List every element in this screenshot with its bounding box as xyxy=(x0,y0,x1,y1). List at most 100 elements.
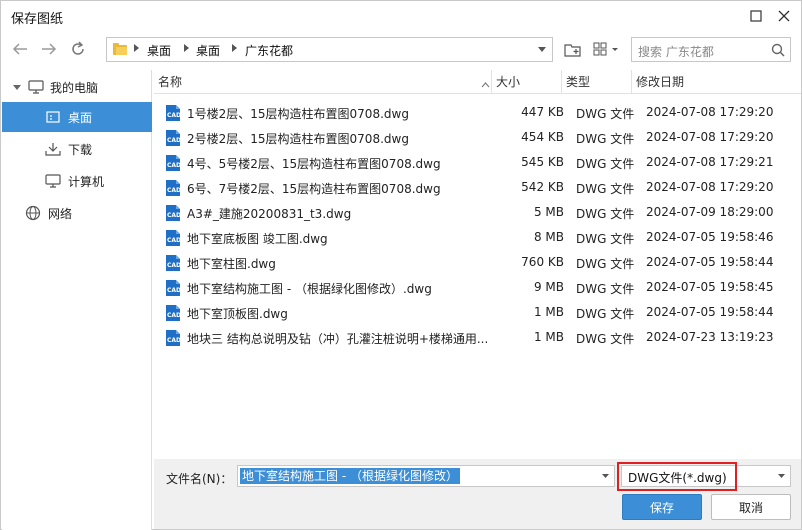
back-button[interactable] xyxy=(9,38,31,60)
maximize-button[interactable] xyxy=(745,5,767,27)
file-name: 地下室底板图 竣工图.dwg xyxy=(187,232,328,246)
sidebar-item-label: 桌面 xyxy=(68,110,93,125)
file-name: 4号、5号楼2层、15层构造柱布置图0708.dwg xyxy=(187,157,441,171)
file-name: 地下室顶板图.dwg xyxy=(187,307,288,321)
file-date: 2024-07-08 17:29:20 xyxy=(646,105,774,119)
sidebar-item-my-computer[interactable]: 我的电脑 xyxy=(2,72,152,102)
file-name: 2号楼2层、15层构造柱布置图0708.dwg xyxy=(187,132,409,146)
file-type: DWG 文件 xyxy=(576,232,635,246)
filename-dropdown-button[interactable] xyxy=(598,468,612,484)
file-type: DWG 文件 xyxy=(576,207,635,221)
cad-file-icon: CAD xyxy=(165,104,181,122)
dialog-title: 保存图纸 xyxy=(11,12,64,27)
file-row[interactable]: CAD 地下室顶板图.dwg 1 MB DWG 文件 2024-07-05 19:58:… xyxy=(154,300,801,325)
file-size: 447 KB xyxy=(521,105,564,119)
breadcrumb-separator-icon xyxy=(184,44,189,52)
file-date: 2024-07-08 17:29:20 xyxy=(646,180,774,194)
file-size: 9 MB xyxy=(533,280,564,294)
svg-text:CAD: CAD xyxy=(167,287,181,294)
file-type: DWG 文件 xyxy=(576,282,635,296)
file-row[interactable]: CAD 地下室结构施工图 - （根据绿化图修改）.dwg 9 MB DWG 文件 202… xyxy=(154,275,801,300)
file-row[interactable]: CAD 6号、7号楼2层、15层构造柱布置图0708.dwg 542 KB DWG 文… xyxy=(154,175,801,200)
file-row[interactable]: CAD 1号楼2层、15层构造柱布置图0708.dwg 447 KB DWG 文件 20… xyxy=(154,100,801,125)
save-button[interactable]: 保存 xyxy=(622,494,702,520)
arrow-right-icon xyxy=(42,43,57,55)
breadcrumb-desktop[interactable]: 桌面 xyxy=(196,42,220,59)
globe-icon xyxy=(25,205,41,221)
forward-button[interactable] xyxy=(38,38,60,60)
close-button[interactable] xyxy=(773,5,795,27)
maximize-icon xyxy=(750,10,762,22)
file-row[interactable]: CAD A3#_建施20200831_t3.dwg 5 MB DWG 文件 2024-0… xyxy=(154,200,801,225)
file-date: 2024-07-05 19:58:44 xyxy=(646,255,774,269)
download-icon xyxy=(45,143,61,156)
file-size: 1 MB xyxy=(533,305,564,319)
search-input[interactable]: 搜索 广东花都 xyxy=(631,37,791,62)
breadcrumb-desktop-root[interactable]: 桌面 xyxy=(147,42,171,59)
column-header-label: 修改日期 xyxy=(636,75,685,89)
file-name: 地块三 结构总说明及钻（冲）孔灌注桩说明+楼梯通用... xyxy=(187,332,489,346)
chevron-down-icon xyxy=(601,474,609,478)
file-date: 2024-07-09 18:29:00 xyxy=(646,205,774,219)
sidebar-item-computer[interactable]: 计算机 xyxy=(2,166,152,196)
address-dropdown-button[interactable] xyxy=(534,41,550,58)
column-header-size[interactable]: 大小 xyxy=(492,70,562,94)
search-icon[interactable] xyxy=(771,43,785,60)
file-type: DWG 文件 xyxy=(576,332,635,346)
cad-file-icon: CAD xyxy=(165,179,181,197)
file-list: 名称 大小 类型 修改日期 CAD 1号楼2层、15层构造柱布置图0708.dwg… xyxy=(154,70,801,457)
file-date: 2024-07-05 19:58:46 xyxy=(646,230,774,244)
new-folder-button[interactable] xyxy=(564,39,582,61)
cad-file-icon: CAD xyxy=(165,229,181,247)
file-type: DWG 文件 xyxy=(576,182,635,196)
sort-ascending-icon xyxy=(481,77,490,91)
file-date: 2024-07-08 17:29:20 xyxy=(646,130,774,144)
file-size: 5 MB xyxy=(533,205,564,219)
file-row[interactable]: CAD 4号、5号楼2层、15层构造柱布置图0708.dwg 545 KB DWG 文… xyxy=(154,150,801,175)
svg-text:CAD: CAD xyxy=(167,187,181,194)
file-type: DWG 文件 xyxy=(576,307,635,321)
file-type: DWG 文件 xyxy=(576,132,635,146)
cancel-button[interactable]: 取消 xyxy=(711,494,791,520)
file-name: 地下室柱图.dwg xyxy=(187,257,276,271)
sidebar-item-desktop[interactable]: 桌面 xyxy=(2,102,152,132)
monitor-icon xyxy=(45,174,61,188)
sidebar-item-downloads[interactable]: 下载 xyxy=(2,134,152,164)
column-header-label: 名称 xyxy=(158,75,183,89)
svg-text:CAD: CAD xyxy=(167,137,181,144)
file-name: A3#_建施20200831_t3.dwg xyxy=(187,207,352,221)
column-header-type[interactable]: 类型 xyxy=(562,70,632,94)
chevron-down-icon xyxy=(777,474,785,478)
sidebar-item-network[interactable]: 网络 xyxy=(2,198,152,228)
cad-file-icon: CAD xyxy=(165,329,181,347)
refresh-button[interactable] xyxy=(67,38,89,60)
navigation-bar: 桌面 桌面 广东花都 搜索 广东花都 xyxy=(1,31,801,69)
address-bar[interactable]: 桌面 桌面 广东花都 xyxy=(106,37,553,62)
file-type: DWG 文件 xyxy=(576,157,635,171)
filename-input[interactable]: 地下室结构施工图 - （根据绿化图修改） xyxy=(237,465,615,487)
view-mode-button[interactable] xyxy=(593,39,621,61)
file-row[interactable]: CAD 地下室底板图 竣工图.dwg 8 MB DWG 文件 2024-07-05 19… xyxy=(154,225,801,250)
file-row[interactable]: CAD 地块三 结构总说明及钻（冲）孔灌注桩说明+楼梯通用... 1 MB DWG 文… xyxy=(154,325,801,350)
folder-icon xyxy=(113,42,127,59)
close-icon xyxy=(778,10,790,22)
sidebar-item-label: 我的电脑 xyxy=(50,80,99,95)
file-size: 760 KB xyxy=(521,255,564,269)
cad-file-icon: CAD xyxy=(165,154,181,172)
chevron-down-icon[interactable] xyxy=(12,82,22,92)
filetype-highlight-annotation xyxy=(617,462,737,491)
filename-value[interactable]: 地下室结构施工图 - （根据绿化图修改） xyxy=(240,468,460,484)
file-size: 454 KB xyxy=(521,130,564,144)
file-row[interactable]: CAD 2号楼2层、15层构造柱布置图0708.dwg 454 KB DWG 文件 20… xyxy=(154,125,801,150)
file-row[interactable]: CAD 地下室柱图.dwg 760 KB DWG 文件 2024-07-05 19:58… xyxy=(154,250,801,275)
filetype-dropdown-button[interactable] xyxy=(774,468,788,484)
cad-file-icon: CAD xyxy=(165,279,181,297)
breadcrumb-current-folder[interactable]: 广东花都 xyxy=(245,42,293,59)
filename-label: 文件名(N)： xyxy=(166,472,233,486)
column-header-name[interactable]: 名称 xyxy=(154,70,492,94)
column-header-date[interactable]: 修改日期 xyxy=(632,70,801,94)
sidebar-item-label: 计算机 xyxy=(68,174,105,189)
cad-file-icon: CAD xyxy=(165,129,181,147)
cad-file-icon: CAD xyxy=(165,254,181,272)
breadcrumb-separator-icon xyxy=(232,44,237,52)
